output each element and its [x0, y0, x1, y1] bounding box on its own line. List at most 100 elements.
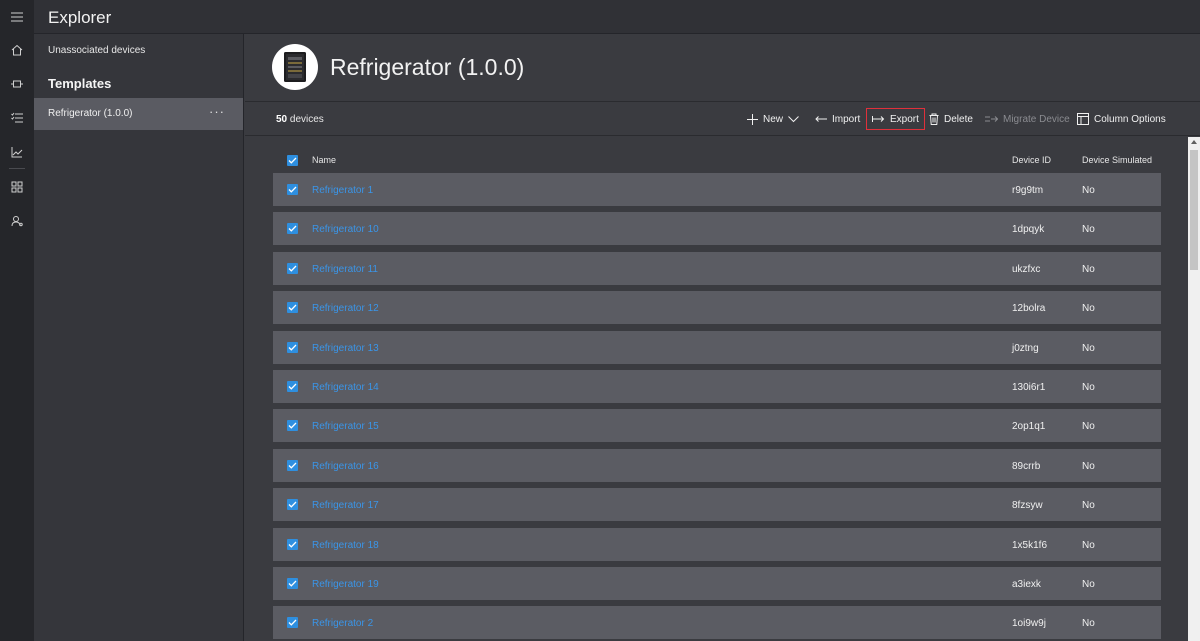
rules-icon[interactable] [0, 108, 34, 128]
device-id: 1oi9w9j [1012, 618, 1046, 630]
table-row[interactable]: Refrigerator 2 1oi9w9j No [273, 606, 1161, 640]
device-id: j0ztng [1012, 342, 1039, 354]
device-table: Name Device ID Device Simulated Refriger… [245, 137, 1188, 641]
device-id: r9g9tm [1012, 185, 1044, 196]
device-name-link[interactable]: Refrigerator 10 [312, 224, 379, 235]
plus-icon [747, 113, 758, 125]
device-simulated: No [1082, 263, 1095, 275]
trash-icon [929, 113, 939, 125]
table-row[interactable]: Refrigerator 18 1x5k1f6 No [273, 527, 1161, 561]
device-name-link[interactable]: Refrigerator 17 [312, 500, 379, 511]
row-checkbox[interactable] [287, 223, 298, 235]
chevron-down-icon [788, 115, 799, 122]
device-simulated: No [1082, 342, 1095, 354]
admin-icon[interactable] [0, 211, 34, 231]
new-button[interactable]: New [742, 108, 804, 130]
device-id: ukzfxc [1012, 263, 1041, 275]
device-simulated: No [1082, 382, 1095, 393]
table-row[interactable]: Refrigerator 11 ukzfxc No [273, 251, 1161, 285]
device-name-link[interactable]: Refrigerator 14 [312, 382, 379, 393]
table-row[interactable]: Refrigerator 14 130i6r1 No [273, 370, 1161, 403]
unassociated-devices-link[interactable]: Unassociated devices [48, 45, 145, 56]
row-checkbox[interactable] [287, 499, 298, 511]
device-id: 8fzsyw [1012, 500, 1043, 512]
device-simulated: No [1082, 539, 1095, 551]
row-checkbox[interactable] [287, 302, 298, 314]
column-options-button[interactable]: Column Options [1072, 108, 1171, 130]
row-checkbox[interactable] [287, 420, 298, 432]
import-button[interactable]: Import [810, 108, 865, 130]
column-header-name[interactable]: Name [312, 155, 336, 165]
device-name-link[interactable]: Refrigerator 13 [312, 343, 379, 354]
migrate-device-button[interactable]: Migrate Device [980, 108, 1075, 130]
sidebar-item-label: Refrigerator (1.0.0) [48, 108, 133, 119]
device-name-link[interactable]: Refrigerator 18 [312, 540, 379, 551]
device-name-link[interactable]: Refrigerator 1 [312, 185, 373, 196]
table-row[interactable]: Refrigerator 12 12bolra No [273, 291, 1161, 325]
import-icon [815, 116, 827, 122]
select-all-checkbox[interactable] [287, 155, 298, 166]
import-button-label: Import [832, 113, 861, 125]
scroll-up-icon[interactable] [1191, 140, 1197, 144]
device-id: 1x5k1f6 [1012, 539, 1048, 551]
migrate-icon [985, 116, 998, 122]
table-row[interactable]: Refrigerator 17 8fzsyw No [273, 488, 1161, 522]
device-id: 2op1q1 [1012, 421, 1046, 433]
column-options-label: Column Options [1094, 113, 1166, 125]
device-icon[interactable] [0, 74, 34, 94]
device-id: 130i6r1 [1012, 382, 1046, 393]
table-row[interactable]: Refrigerator 15 2op1q1 No [273, 409, 1161, 443]
analytics-icon[interactable] [0, 142, 34, 162]
device-name-link[interactable]: Refrigerator 16 [312, 461, 379, 472]
menu-icon[interactable] [0, 7, 34, 27]
device-simulated: No [1082, 579, 1095, 590]
row-checkbox[interactable] [287, 538, 298, 550]
column-options-icon [1077, 113, 1089, 125]
column-header-device-id[interactable]: Device ID [1012, 155, 1051, 165]
row-checkbox[interactable] [287, 262, 298, 274]
table-row[interactable]: Refrigerator 19 a3iexk No [273, 567, 1161, 600]
table-row[interactable]: Refrigerator 13 j0ztng No [273, 330, 1161, 364]
device-count-number: 50 [276, 114, 288, 125]
table-row[interactable]: Refrigerator 10 1dpqyk No [273, 212, 1161, 246]
device-count-suffix: devices [287, 114, 324, 125]
row-checkbox[interactable] [287, 617, 298, 629]
scroll-thumb[interactable] [1190, 150, 1198, 270]
device-name-link[interactable]: Refrigerator 15 [312, 421, 379, 432]
device-simulated: No [1082, 421, 1095, 433]
export-button-label: Export [890, 113, 919, 125]
device-name-link[interactable]: Refrigerator 11 [312, 264, 378, 275]
export-button[interactable]: Export [866, 108, 925, 130]
row-checkbox[interactable] [287, 341, 298, 353]
table-row[interactable]: Refrigerator 1 r9g9tm No [273, 173, 1161, 206]
delete-button-label: Delete [944, 113, 973, 125]
page-header: Refrigerator (1.0.0) [245, 34, 1200, 102]
templates-sidebar: Unassociated devices Templates Refrigera… [34, 34, 244, 641]
device-toolbar: 50 devices New Import Export Delete Migr… [245, 102, 1200, 136]
row-checkbox[interactable] [287, 578, 298, 589]
device-id: 89crrb [1012, 460, 1041, 472]
templates-heading: Templates [48, 76, 112, 91]
device-name-link[interactable]: Refrigerator 2 [312, 618, 373, 629]
device-simulated: No [1082, 185, 1095, 196]
home-icon[interactable] [0, 40, 34, 60]
top-bar: Explorer [34, 0, 1200, 34]
more-options-icon[interactable]: ··· [209, 104, 225, 119]
device-template-image [272, 44, 318, 90]
device-name-link[interactable]: Refrigerator 19 [312, 579, 379, 590]
device-count: 50 devices [276, 114, 324, 125]
device-name-link[interactable]: Refrigerator 12 [312, 303, 379, 314]
delete-button[interactable]: Delete [924, 108, 978, 130]
device-id: 1dpqyk [1012, 224, 1045, 236]
column-header-simulated[interactable]: Device Simulated [1082, 155, 1152, 165]
row-checkbox[interactable] [287, 381, 298, 392]
device-simulated: No [1082, 618, 1095, 630]
vertical-scrollbar[interactable] [1188, 137, 1200, 641]
sidebar-item-refrigerator[interactable]: Refrigerator (1.0.0) ··· [34, 98, 243, 130]
table-row[interactable]: Refrigerator 16 89crrb No [273, 448, 1161, 482]
dashboard-icon[interactable] [0, 177, 34, 197]
row-checkbox[interactable] [287, 459, 298, 471]
row-checkbox[interactable] [287, 184, 298, 195]
export-icon [872, 116, 885, 122]
device-simulated: No [1082, 460, 1095, 472]
